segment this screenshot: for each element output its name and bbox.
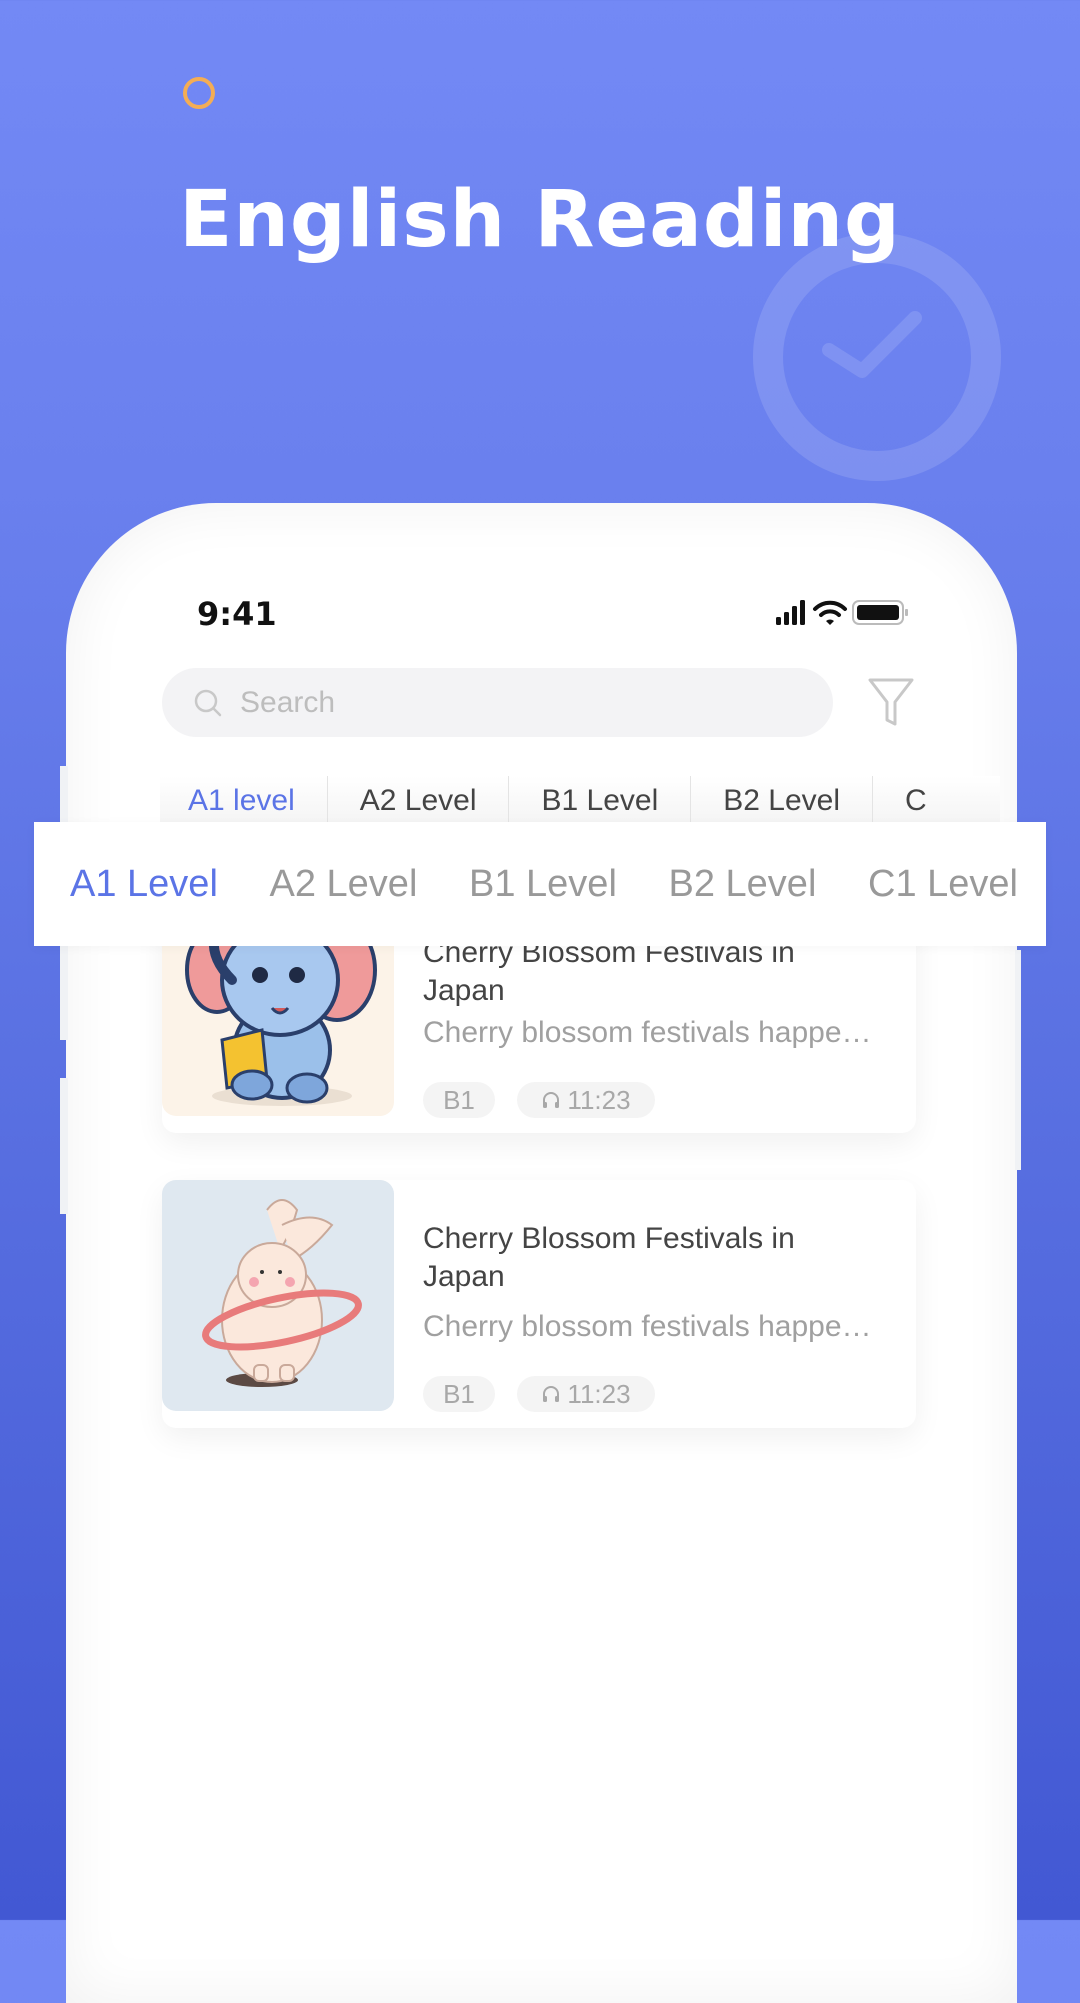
- article-title: Cherry Blossom Festivals in Japan: [423, 1222, 795, 1293]
- check-circle-icon: [753, 233, 1001, 481]
- decorative-ring: [183, 77, 215, 109]
- signal-icon: [776, 600, 805, 625]
- search-bar[interactable]: [162, 668, 833, 737]
- duration-text: 11:23: [567, 1379, 631, 1409]
- filter-icon[interactable]: [866, 676, 916, 728]
- inner-tab-b2[interactable]: B2 Level: [691, 776, 873, 826]
- status-icons: [776, 600, 908, 625]
- level-tabs: A1 Level A2 Level B1 Level B2 Level C1 L…: [34, 822, 1046, 946]
- tab-b2-level[interactable]: B2 Level: [669, 863, 817, 906]
- inner-tab-a1[interactable]: A1 level: [160, 776, 328, 826]
- article-thumbnail: [162, 1180, 394, 1411]
- article-card[interactable]: Cherry Blossom Festivals in Japan Cherry…: [162, 1180, 916, 1428]
- inner-tab-a2[interactable]: A2 Level: [328, 776, 510, 826]
- inner-tab-c[interactable]: C: [873, 776, 959, 826]
- status-time: 9:41: [197, 595, 277, 633]
- headphones-icon: [543, 1386, 560, 1402]
- duration-text: 11:23: [567, 1085, 631, 1115]
- tab-a1-level[interactable]: A1 Level: [70, 863, 218, 906]
- headphones-icon: [543, 1092, 560, 1108]
- duration-badge: 11:23: [517, 1082, 655, 1118]
- wifi-icon: [813, 600, 847, 625]
- tab-c1-level[interactable]: C1 Level: [868, 863, 1018, 906]
- tab-a2-level[interactable]: A2 Level: [270, 863, 418, 906]
- inner-tab-b1[interactable]: B1 Level: [509, 776, 692, 826]
- search-icon: [194, 689, 222, 716]
- article-description: Cherry blossom festivals happe…: [423, 1310, 872, 1343]
- phone-side-button: [1015, 950, 1021, 1170]
- phone-side-button: [60, 1078, 68, 1214]
- battery-icon: [852, 600, 908, 625]
- level-tabs-inner: A1 level A2 Level B1 Level B2 Level C: [160, 776, 1000, 826]
- rabbit-illustration: [202, 1199, 362, 1387]
- tab-b1-level[interactable]: B1 Level: [469, 863, 617, 906]
- level-badge: B1: [423, 1082, 495, 1118]
- level-badge: B1: [423, 1376, 495, 1412]
- article-description: Cherry blossom festivals happe…: [423, 1016, 872, 1049]
- search-input[interactable]: [238, 684, 802, 721]
- duration-badge: 11:23: [517, 1376, 655, 1412]
